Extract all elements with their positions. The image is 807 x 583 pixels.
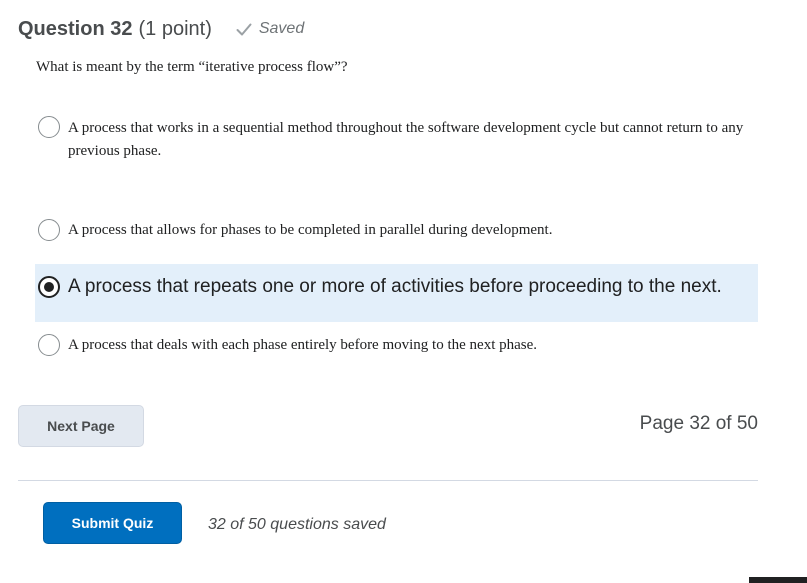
answer-option-2[interactable]: A process that allows for phases to be c…	[35, 214, 758, 248]
question-text: What is meant by the term “iterative pro…	[36, 59, 348, 75]
submit-quiz-button[interactable]: Submit Quiz	[43, 502, 182, 544]
checkmark-icon	[236, 23, 252, 35]
answer-option-label[interactable]: A process that works in a sequential met…	[68, 117, 748, 163]
question-points: (1 point)	[138, 17, 212, 40]
answer-option-4[interactable]: A process that deals with each phase ent…	[35, 330, 758, 364]
saved-status: Saved	[236, 20, 304, 38]
answer-option-label[interactable]: A process that allows for phases to be c…	[68, 219, 748, 242]
answer-option-3[interactable]: A process that repeats one or more of ac…	[35, 264, 758, 322]
corner-bar	[749, 577, 807, 583]
radio-unselected-icon[interactable]	[38, 219, 60, 241]
radio-selected-icon[interactable]	[38, 276, 60, 298]
radio-unselected-icon[interactable]	[38, 116, 60, 138]
saved-count: 32 of 50 questions saved	[208, 516, 386, 533]
answer-option-1[interactable]: A process that works in a sequential met…	[35, 112, 758, 172]
next-page-button[interactable]: Next Page	[18, 405, 144, 447]
answer-option-label[interactable]: A process that deals with each phase ent…	[68, 334, 748, 357]
radio-dot	[44, 282, 54, 292]
question-title: Question 32	[18, 17, 133, 40]
radio-unselected-icon[interactable]	[38, 334, 60, 356]
question-header: Question 32 (1 point) Saved	[18, 17, 304, 41]
answer-option-label[interactable]: A process that repeats one or more of ac…	[68, 275, 748, 299]
saved-status-label: Saved	[258, 20, 305, 37]
page-indicator: Page 32 of 50	[639, 413, 758, 434]
divider	[18, 480, 758, 481]
